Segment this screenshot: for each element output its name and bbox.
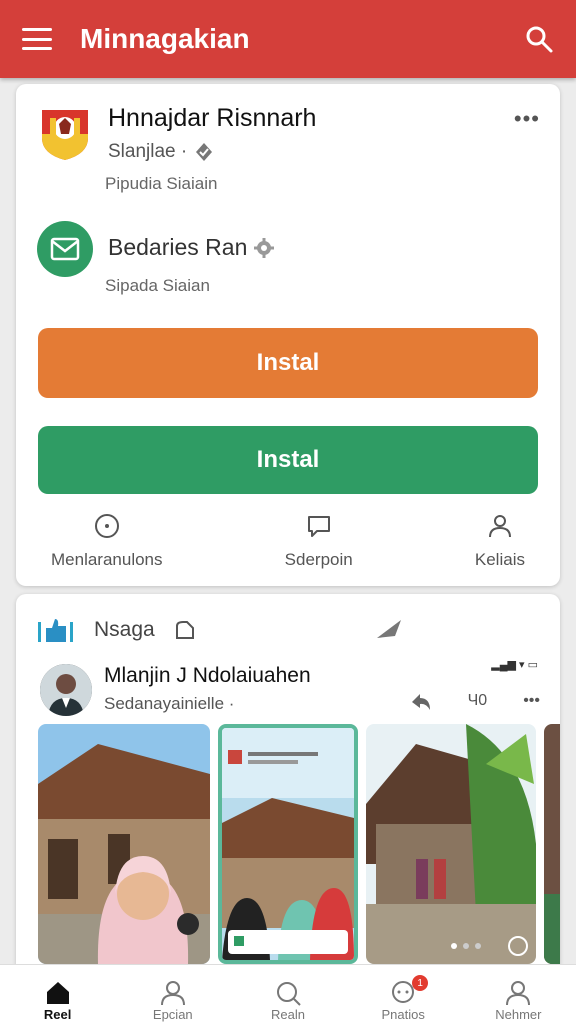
- nav-messages-label: Pnatios: [381, 1007, 425, 1022]
- photo-strip: [38, 724, 560, 969]
- verified-icon: [196, 143, 213, 161]
- action-person[interactable]: Keliais: [475, 512, 525, 570]
- photo-2[interactable]: [218, 724, 358, 964]
- more-icon[interactable]: •••: [523, 692, 540, 712]
- photo-3[interactable]: [366, 724, 536, 964]
- nav-account[interactable]: Nehmer: [473, 979, 563, 1022]
- bottom-nav: Reel Epcian Realn 1 Pnatios Nehmer: [0, 964, 576, 1024]
- account-icon: [506, 981, 531, 1006]
- app-row-2[interactable]: Bedaries Ran: [36, 220, 275, 278]
- post-actions: Ч0 •••: [410, 692, 540, 712]
- nav-search-label: Realn: [270, 1007, 305, 1022]
- app-name-2-text: Bedaries Ran: [108, 234, 248, 260]
- crest-logo-icon: [36, 104, 94, 162]
- action-row: Menlaranulons Sderpoin Keliais: [16, 512, 560, 570]
- app-subtitle-2: Sipada Siaian: [105, 276, 210, 295]
- photo-1[interactable]: [38, 724, 210, 964]
- chat-icon: [307, 516, 330, 537]
- app-subtitle: Pipudia Siaiain: [105, 174, 218, 193]
- nav-search[interactable]: Realn: [243, 979, 333, 1022]
- install-button-green[interactable]: Instal: [38, 426, 538, 494]
- home-icon: [46, 982, 69, 1004]
- action-info-label: Menlaranulons: [51, 550, 163, 569]
- install-button-orange[interactable]: Instal: [38, 328, 538, 398]
- signal-icon: ▂▄▆ ▾ ▭: [491, 659, 538, 671]
- info-icon: [94, 514, 119, 538]
- nav-home-label: Reel: [43, 1007, 72, 1022]
- action-chat[interactable]: Sderpoin: [285, 512, 353, 570]
- app-meta-text: Slanjlae ·: [108, 141, 188, 162]
- app-title: Minnagakian: [80, 23, 250, 54]
- action-info[interactable]: Menlaranulons: [51, 512, 163, 570]
- share-icon[interactable]: [410, 692, 432, 712]
- nav-people-label: Epcian: [152, 1007, 193, 1022]
- gear-icon: [254, 237, 275, 258]
- photo-4[interactable]: [544, 724, 560, 964]
- menu-icon[interactable]: [22, 28, 52, 50]
- nav-messages[interactable]: 1 Pnatios: [358, 975, 448, 1022]
- app-install-card: ••• Hnnajdar Risnnarh Slanjlae · Pipudia…: [16, 84, 560, 586]
- mail-logo-icon: [37, 221, 93, 277]
- nav-people[interactable]: Epcian: [128, 979, 218, 1022]
- app-name: Hnnajdar Risnnarh: [108, 104, 317, 132]
- feed-header: Nsaga: [36, 616, 536, 644]
- send-icon[interactable]: [375, 618, 405, 642]
- person-icon: [488, 515, 511, 538]
- action-person-label: Keliais: [474, 550, 525, 569]
- avatar[interactable]: [40, 664, 92, 716]
- post-count: Ч0: [467, 692, 488, 709]
- search-icon[interactable]: [524, 24, 554, 54]
- notification-badge: 1: [412, 975, 429, 991]
- app-bar: Minnagakian: [0, 0, 576, 78]
- search-icon: [276, 982, 301, 1006]
- action-chat-label: Sderpoin: [284, 550, 353, 569]
- post-meta: Sedanayainielle ·: [104, 694, 235, 713]
- app-meta: Slanjlae ·: [108, 141, 316, 163]
- feed-card: Nsaga Mlanjin J Ndolaiuahen Sedanayainie…: [16, 594, 560, 974]
- app-row-1[interactable]: Hnnajdar Risnnarh Slanjlae ·: [36, 104, 316, 163]
- post-author[interactable]: Mlanjin J Ndolaiuahen: [104, 664, 311, 688]
- app-name-2: Bedaries Ran: [108, 234, 275, 261]
- person-icon: [160, 981, 185, 1006]
- more-options-icon[interactable]: •••: [514, 106, 540, 132]
- tag-icon[interactable]: [173, 618, 197, 642]
- nav-account-label: Nehmer: [495, 1007, 542, 1022]
- feed-title: Nsaga: [94, 618, 155, 641]
- nav-home[interactable]: Reel: [13, 979, 103, 1022]
- thumbs-up-icon[interactable]: [36, 616, 76, 644]
